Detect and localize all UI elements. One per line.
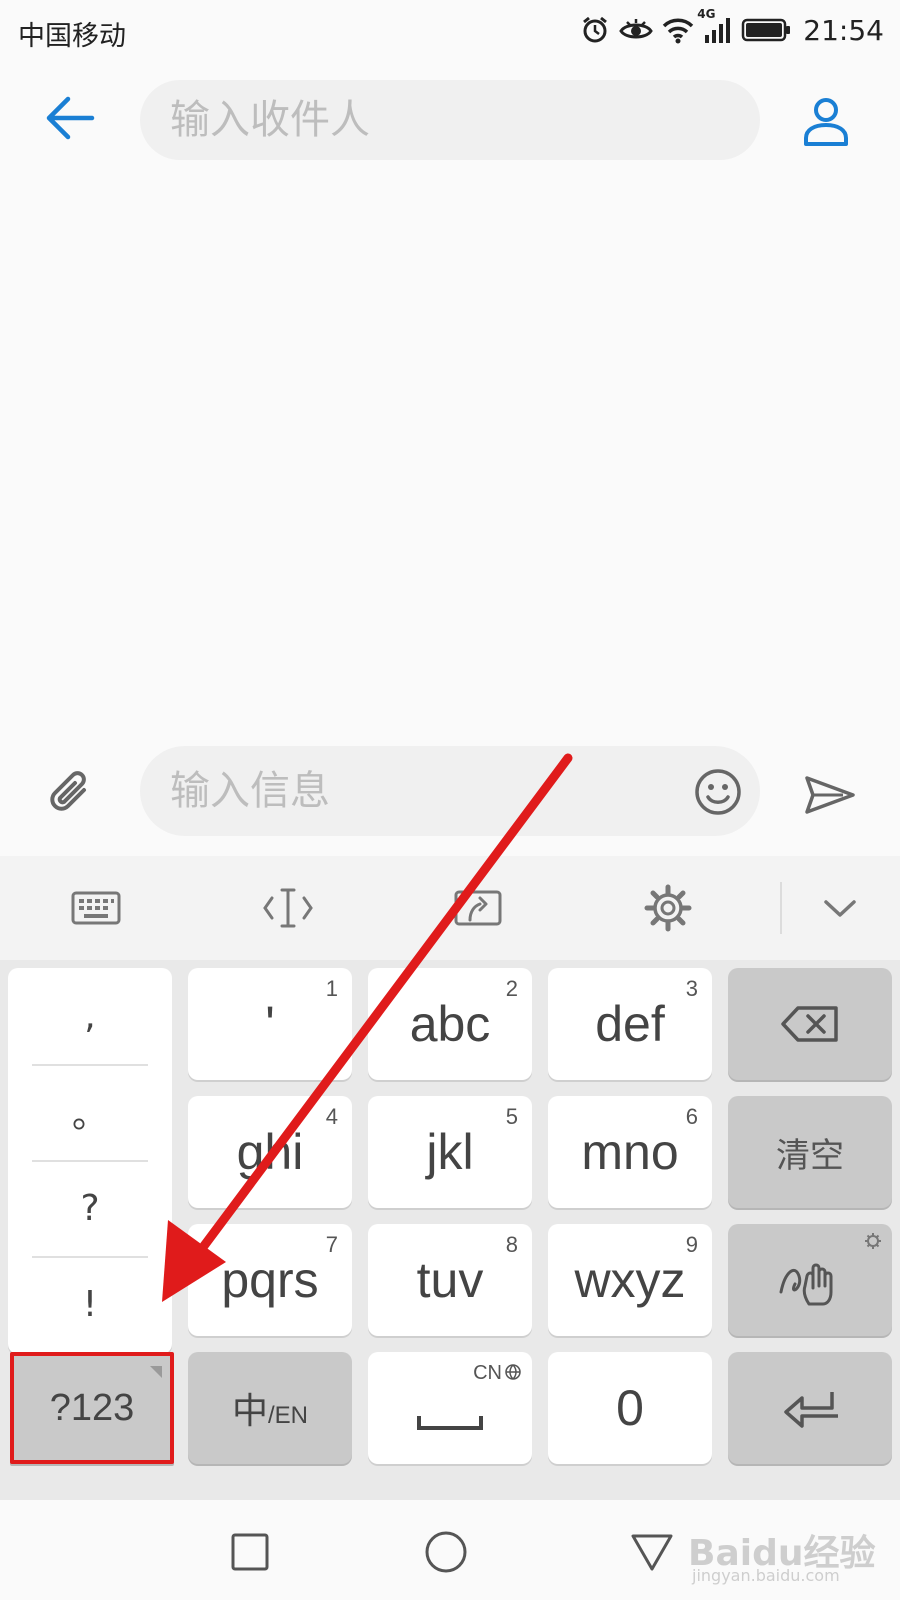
keyboard-settings-button[interactable] (636, 878, 700, 938)
symbols-key-label: ?123 (49, 1386, 135, 1429)
key-label: ghi (236, 1124, 304, 1180)
punctuation-comma-key[interactable]: , (8, 968, 172, 1064)
recent-apps-square-icon (231, 1533, 269, 1571)
keyboard-toolbar (0, 856, 900, 960)
key-number: 9 (685, 1232, 698, 1257)
system-back-button[interactable] (624, 1524, 680, 1580)
emoji-button[interactable] (690, 764, 746, 820)
battery-icon (741, 17, 791, 43)
keyboard-layout-button[interactable] (64, 878, 128, 938)
navigation-bar (0, 1500, 900, 1600)
key-number: 1 (325, 976, 338, 1001)
key-number: 4 (325, 1104, 338, 1129)
corner-indicator (150, 1366, 162, 1378)
cursor-edit-button[interactable] (256, 878, 320, 938)
handwriting-key[interactable] (728, 1224, 892, 1336)
toolbar-divider (780, 882, 782, 934)
eye-comfort-icon (619, 14, 654, 46)
carrier-name: 中国移动 (18, 21, 126, 52)
hide-keyboard-button[interactable] (808, 878, 872, 938)
home-button[interactable] (418, 1524, 474, 1580)
home-circle-icon (425, 1531, 467, 1573)
nine-key-keyboard: , 。 ? ! ' 1 abc 2 def 3 ghi 4 jkl 5 mno … (0, 960, 900, 1500)
attach-button[interactable] (40, 762, 104, 826)
key-number: 6 (685, 1104, 698, 1129)
alarm-icon (579, 14, 611, 46)
back-triangle-icon (631, 1534, 673, 1571)
enter-icon (784, 1392, 838, 1428)
message-field-container (140, 746, 760, 836)
key-number: 7 (325, 1232, 338, 1257)
smiley-icon (695, 769, 741, 815)
backspace-key[interactable] (728, 968, 892, 1080)
key-3-def[interactable]: def 3 (548, 968, 712, 1080)
key-label: jkl (426, 1124, 474, 1180)
key-8-tuv[interactable]: tuv 8 (368, 1224, 532, 1336)
key-number: 3 (685, 976, 698, 1001)
contacts-button[interactable] (796, 92, 856, 152)
punctuation-question-key[interactable]: ? (8, 1160, 172, 1256)
clipboard-icon (454, 890, 502, 926)
network-type-label: 4G (697, 7, 716, 21)
space-key[interactable]: CN (368, 1352, 532, 1464)
cn-label: 中 (231, 1390, 268, 1431)
clock-time: 21:54 (803, 13, 884, 47)
back-button[interactable] (40, 88, 100, 148)
space-bar-icon (417, 1416, 483, 1430)
clear-key-label: 清空 (776, 1136, 844, 1175)
globe-icon (505, 1364, 521, 1380)
recipient-input[interactable] (170, 80, 730, 160)
status-icons: 4G 21:54 (579, 7, 884, 50)
key-5-jkl[interactable]: jkl 5 (368, 1096, 532, 1208)
status-bar: 中国移动 4G 21:54 (0, 0, 900, 60)
chevron-down-icon (824, 900, 856, 917)
key-label: mno (581, 1124, 679, 1180)
clipboard-button[interactable] (446, 878, 510, 938)
signal-icon: 4G (697, 7, 733, 45)
small-settings-gear-icon (865, 1233, 881, 1249)
key-label: def (595, 996, 665, 1052)
send-button[interactable] (800, 770, 860, 820)
enter-key[interactable] (728, 1352, 892, 1464)
recipient-field-container (140, 80, 760, 160)
punctuation-exclaim-key[interactable]: ! (8, 1256, 172, 1352)
clear-key[interactable]: 清空 (728, 1096, 892, 1208)
key-2-abc[interactable]: abc 2 (368, 968, 532, 1080)
key-9-wxyz[interactable]: wxyz 9 (548, 1224, 712, 1336)
key-1-apostrophe[interactable]: ' 1 (188, 968, 352, 1080)
arrow-left-icon (46, 96, 95, 140)
key-number: 5 (505, 1104, 518, 1129)
person-icon (804, 98, 848, 146)
key-label: tuv (416, 1252, 484, 1308)
key-number: 8 (505, 1232, 518, 1257)
key-label: 0 (616, 1380, 644, 1436)
cursor-icon (263, 888, 313, 928)
key-label: abc (409, 996, 491, 1052)
wifi-icon (661, 15, 695, 45)
key-label: wxyz (574, 1252, 686, 1308)
key-number: 2 (505, 976, 518, 1001)
keyboard-icon (71, 891, 121, 925)
key-0[interactable]: 0 (548, 1352, 712, 1464)
key-4-ghi[interactable]: ghi 4 (188, 1096, 352, 1208)
input-language-indicator: CN (473, 1362, 522, 1385)
paperclip-icon (50, 771, 86, 811)
space-mode-label: CN (473, 1362, 502, 1384)
settings-gear-icon (644, 884, 692, 932)
key-label: pqrs (221, 1252, 319, 1308)
symbols-key[interactable]: ?123 (10, 1352, 174, 1464)
punctuation-period-key[interactable]: 。 (8, 1064, 172, 1160)
en-label: /EN (268, 1402, 309, 1429)
key-6-mno[interactable]: mno 6 (548, 1096, 712, 1208)
cn-en-switch-key[interactable]: 中/EN (188, 1352, 352, 1464)
punctuation-column: , 。 ? ! (8, 968, 172, 1354)
backspace-icon (781, 1006, 838, 1042)
recent-apps-button[interactable] (222, 1524, 278, 1580)
key-label: ' (265, 996, 275, 1052)
cn-en-label: 中/EN (232, 1382, 308, 1434)
key-7-pqrs[interactable]: pqrs 7 (188, 1224, 352, 1336)
handwriting-icon (779, 1263, 833, 1306)
send-icon (805, 776, 855, 814)
message-input[interactable] (170, 746, 660, 836)
